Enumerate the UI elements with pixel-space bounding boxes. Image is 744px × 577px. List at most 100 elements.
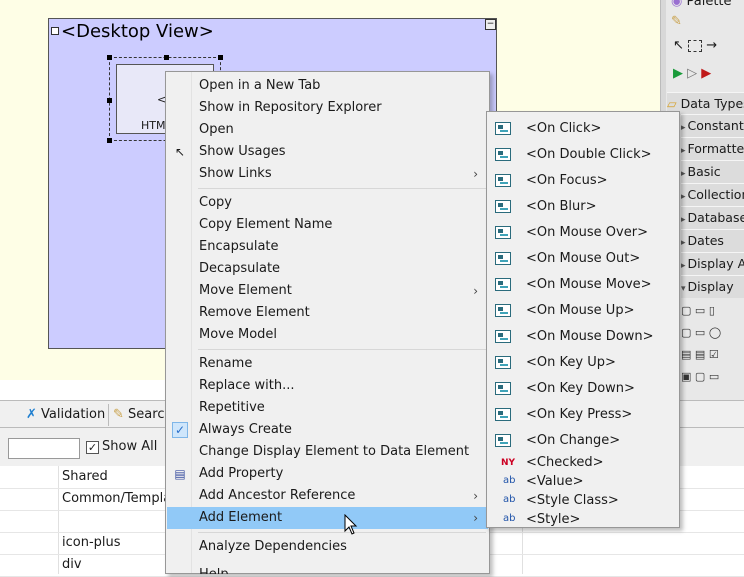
menu-item-rename[interactable]: Rename — [167, 353, 488, 375]
menu-item-always-create[interactable]: ✓ Always Create — [167, 419, 488, 441]
text-icon: ab — [503, 513, 516, 524]
menu-item-repetitive[interactable]: Repetitive — [167, 397, 488, 419]
menu-separator — [198, 349, 486, 350]
menu-separator — [198, 532, 486, 533]
selection-handle[interactable] — [107, 138, 112, 143]
connection-tool-icon[interactable]: → — [706, 38, 717, 53]
submenu-item-on-blur[interactable]: <On Blur> — [488, 194, 679, 220]
menu-item-show-links[interactable]: Show Links › — [167, 163, 488, 185]
selection-handle[interactable] — [107, 98, 112, 103]
palette-drawer-dates[interactable]: ▸ Dates — [681, 229, 744, 252]
menu-item-help[interactable]: Help — [167, 564, 488, 574]
menu-item-move-model[interactable]: Move Model — [167, 324, 488, 346]
menu-item-encapsulate[interactable]: Encapsulate — [167, 236, 488, 258]
step-icon[interactable]: ▷ — [687, 66, 697, 81]
widget-icon[interactable]: ◯ — [709, 326, 721, 339]
menu-item-open[interactable]: Open — [167, 119, 488, 141]
menu-item-analyze-dependencies[interactable]: Analyze Dependencies — [167, 536, 488, 558]
html-element-label: HTM — [141, 119, 166, 132]
widget-icon[interactable]: ▤ — [681, 348, 691, 361]
submenu-item-on-click[interactable]: <On Click> — [488, 116, 679, 142]
menu-item-copy-element-name[interactable]: Copy Element Name — [167, 214, 488, 236]
menu-item-add-element[interactable]: Add Element › — [167, 507, 488, 529]
pin-icon[interactable]: ✎ — [671, 14, 682, 29]
submenu-item-on-focus[interactable]: <On Focus> — [488, 168, 679, 194]
context-menu: Open in a New Tab Show in Repository Exp… — [165, 71, 490, 574]
expand-icon: ▸ — [681, 169, 686, 179]
menu-item-add-property[interactable]: ▤ Add Property — [167, 463, 488, 485]
widget-icon[interactable]: ▤ — [695, 348, 705, 361]
expand-icon: ▸ — [681, 146, 686, 156]
menu-item-remove-element[interactable]: Remove Element — [167, 302, 488, 324]
palette-drawer-display[interactable]: ▾ Display — [681, 275, 744, 298]
widget-icon[interactable]: ▢ — [695, 370, 705, 383]
submenu-item-checked[interactable]: NY <Checked> — [488, 454, 679, 473]
usages-icon: ↖ — [174, 145, 186, 159]
widget-icon[interactable]: ▭ — [709, 370, 719, 383]
submenu-item-on-mouse-over[interactable]: <On Mouse Over> — [488, 220, 679, 246]
widget-icon[interactable]: ▢ — [681, 304, 691, 317]
submenu-item-style-class[interactable]: ab <Style Class> — [488, 492, 679, 511]
submenu-arrow-icon: › — [473, 167, 478, 181]
menu-item-show-in-repository[interactable]: Show in Repository Explorer — [167, 97, 488, 119]
select-tool-icon[interactable]: ↖ — [673, 38, 684, 53]
selection-handle[interactable] — [218, 55, 223, 60]
menu-item-change-display-to-data[interactable]: Change Display Element to Data Element — [167, 441, 488, 463]
event-icon — [495, 382, 511, 395]
expand-icon: ▸ — [681, 261, 686, 271]
show-all-checkbox[interactable]: ✓ — [86, 441, 99, 454]
menu-item-replace-with[interactable]: Replace with... — [167, 375, 488, 397]
submenu-item-style[interactable]: ab <Style> — [488, 511, 679, 530]
submenu-item-value[interactable]: ab <Value> — [488, 473, 679, 492]
submenu-item-on-key-press[interactable]: <On Key Press> — [488, 402, 679, 428]
submenu-item-on-key-down[interactable]: <On Key Down> — [488, 376, 679, 402]
widget-icon[interactable]: ☑ — [709, 348, 719, 361]
menu-item-open-new-tab[interactable]: Open in a New Tab — [167, 75, 488, 97]
widget-icon[interactable]: ▢ — [681, 326, 691, 339]
event-icon — [495, 226, 511, 239]
widget-icon[interactable]: ▭ — [695, 326, 705, 339]
palette-drawer-basic[interactable]: ▸ Basic — [681, 160, 744, 183]
add-property-icon: ▤ — [174, 467, 186, 481]
collapse-icon[interactable]: − — [485, 19, 496, 30]
tab-validation[interactable]: ✗ Validation — [22, 404, 109, 426]
palette-run-row: ▶ ▷ ▶ — [673, 66, 744, 84]
submenu-item-on-mouse-out[interactable]: <On Mouse Out> — [488, 246, 679, 272]
widget-icon[interactable]: ▣ — [681, 370, 691, 383]
menu-item-copy[interactable]: Copy — [167, 192, 488, 214]
search-icon: ✎ — [113, 407, 124, 422]
submenu-item-on-mouse-move[interactable]: <On Mouse Move> — [488, 272, 679, 298]
text-icon: ab — [503, 494, 516, 505]
palette-drawer-display-actions[interactable]: ▸Display Ac — [681, 252, 744, 275]
event-icon — [495, 252, 511, 265]
palette-display-widgets: ▢ ▭ ▯ ▢ ▭ ◯ ▤ ▤ ☑ ▣ ▢ ▭ — [681, 300, 744, 390]
expand-icon: ▸ — [681, 123, 686, 133]
submenu-item-on-double-click[interactable]: <On Double Click> — [488, 142, 679, 168]
palette-title-row: ◉ Palette — [671, 0, 732, 9]
menu-item-move-element[interactable]: Move Element › — [167, 280, 488, 302]
submenu-item-on-change[interactable]: <On Change> — [488, 428, 679, 454]
palette-drawer-collections[interactable]: ▸Collections — [681, 183, 744, 206]
widget-icon[interactable]: ▯ — [709, 304, 715, 317]
widget-icon[interactable]: ▭ — [695, 304, 705, 317]
run-icon[interactable]: ▶ — [673, 66, 683, 81]
event-icon — [495, 304, 511, 317]
filter-input[interactable] — [8, 438, 80, 459]
palette-tools-row: ↖ → — [673, 38, 744, 56]
stop-icon[interactable]: ▶ — [701, 66, 711, 81]
submenu-item-on-mouse-down[interactable]: <On Mouse Down> — [488, 324, 679, 350]
submenu-item-on-key-up[interactable]: <On Key Up> — [488, 350, 679, 376]
palette-drawer-database[interactable]: ▸ Database — [681, 206, 744, 229]
menu-item-decapsulate[interactable]: Decapsulate — [167, 258, 488, 280]
add-element-submenu: <On Click> <On Double Click> <On Focus> … — [486, 111, 680, 528]
menu-item-add-ancestor-reference[interactable]: Add Ancestor Reference › — [167, 485, 488, 507]
palette-drawer-formatted[interactable]: ▸Formatted — [681, 137, 744, 160]
menu-item-show-usages[interactable]: ↖ Show Usages — [167, 141, 488, 163]
desktop-view-handle[interactable] — [51, 27, 59, 35]
selection-handle[interactable] — [164, 55, 169, 60]
menu-separator — [198, 188, 486, 189]
selection-handle[interactable] — [107, 55, 112, 60]
submenu-item-on-mouse-up[interactable]: <On Mouse Up> — [488, 298, 679, 324]
palette-drawer-constants[interactable]: ▸ Constants — [681, 114, 744, 137]
marquee-tool-icon[interactable] — [688, 39, 703, 52]
